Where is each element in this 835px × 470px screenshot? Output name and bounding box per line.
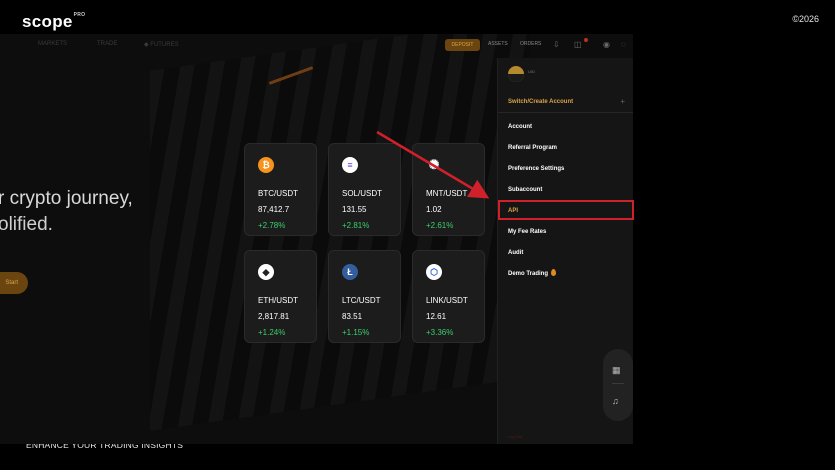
menu-item-referral-program[interactable]: Referral Program	[508, 145, 557, 151]
hero-headline: r crypto journey,	[0, 188, 133, 209]
ticker-price: 12.61	[426, 312, 447, 321]
ticker-price: 87,412.7	[258, 205, 290, 214]
deposit-button[interactable]: DEPOSIT	[445, 39, 480, 51]
litecoin-icon: Ł	[342, 264, 358, 280]
logout-link[interactable]: Log Out	[508, 434, 522, 439]
flame-icon	[551, 269, 557, 276]
floating-widget: ▦ ♫	[603, 349, 633, 421]
menu-item-account[interactable]: Account	[508, 124, 532, 130]
menu-divider	[498, 112, 633, 113]
widget-divider	[612, 383, 624, 384]
avatar-tag: UID	[528, 69, 535, 74]
ticker-card-sol[interactable]: ≡ SOL/USDT 131.55 +2.81%	[328, 143, 401, 236]
top-nav: MARKETS TRADE ◆ FUTURES DEPOSIT ASSETS O…	[0, 34, 633, 56]
ticker-pair: MNT/USDT	[426, 189, 468, 198]
ticker-pair: LINK/USDT	[426, 296, 468, 305]
notification-badge	[584, 38, 588, 42]
solana-icon: ≡	[342, 157, 358, 173]
ticker-price: 131.55	[342, 205, 367, 214]
bitcoin-icon: ₿	[258, 157, 274, 173]
hero-cta-button[interactable]: Start	[0, 272, 28, 294]
ticker-change: +2.81%	[342, 221, 370, 230]
avatar[interactable]	[508, 66, 524, 82]
menu-item-my-fee-rates[interactable]: My Fee Rates	[508, 229, 546, 235]
mantle-icon: ✺	[426, 157, 442, 173]
ticker-price: 2,817.81	[258, 312, 290, 321]
ticker-pair: ETH/USDT	[258, 296, 298, 305]
ticker-pair: LTC/USDT	[342, 296, 381, 305]
copyright-text: ©2026	[792, 14, 819, 24]
headset-icon[interactable]: ♫	[612, 396, 619, 406]
download-icon[interactable]: ⇩	[553, 40, 560, 49]
brand-logo: scopePRO	[22, 12, 86, 31]
qr-code-icon[interactable]: ▦	[612, 365, 621, 376]
api-highlight-box	[498, 200, 634, 220]
ticker-price: 83.51	[342, 312, 363, 321]
menu-item-audit[interactable]: Audit	[508, 250, 523, 256]
demo-trading-label: Demo Trading	[508, 271, 549, 277]
ticker-pair: BTC/USDT	[258, 189, 298, 198]
globe-icon[interactable]: ◌	[621, 40, 626, 49]
ticker-card-mnt[interactable]: ✺ MNT/USDT 1.02 +2.61%	[412, 143, 485, 236]
ticker-card-btc[interactable]: ₿ BTC/USDT 87,412.7 +2.78%	[244, 143, 317, 236]
ticker-change: +2.78%	[258, 221, 286, 230]
ticker-card-ltc[interactable]: Ł LTC/USDT 83.51 +1.15%	[328, 250, 401, 343]
menu-item-preference-settings[interactable]: Preference Settings	[508, 166, 564, 172]
nav-item-futures[interactable]: ◆ FUTURES	[144, 41, 179, 48]
hero-headline-line2: olified.	[0, 214, 53, 235]
ticker-price: 1.02	[426, 205, 442, 214]
ticker-change: +3.36%	[426, 328, 454, 337]
notification-icon[interactable]: ◫	[574, 40, 582, 49]
plus-icon[interactable]: +	[620, 97, 625, 106]
orders-link[interactable]: ORDERS	[520, 41, 541, 47]
nav-item-trade[interactable]: TRADE	[97, 41, 117, 47]
ticker-card-link[interactable]: ⬡ LINK/USDT 12.61 +3.36%	[412, 250, 485, 343]
assets-link[interactable]: ASSETS	[488, 41, 508, 47]
screenshot-frame: scopePRO ©2026 ENHANCE YOUR TRADING INSI…	[0, 0, 835, 470]
ticker-change: +1.24%	[258, 328, 286, 337]
ticker-card-eth[interactable]: ◆ ETH/USDT 2,817.81 +1.24%	[244, 250, 317, 343]
switch-account-button[interactable]: Switch/Create Account	[508, 99, 573, 105]
profile-icon[interactable]: ◉	[603, 40, 610, 49]
ticker-change: +1.15%	[342, 328, 370, 337]
nav-item-markets[interactable]: MARKETS	[38, 41, 67, 47]
menu-item-subaccount[interactable]: Subaccount	[508, 187, 542, 193]
ticker-change: +2.61%	[426, 221, 454, 230]
ethereum-icon: ◆	[258, 264, 274, 280]
ticker-pair: SOL/USDT	[342, 189, 383, 198]
menu-item-demo-trading[interactable]: Demo Trading	[508, 269, 557, 277]
chainlink-icon: ⬡	[426, 264, 442, 280]
